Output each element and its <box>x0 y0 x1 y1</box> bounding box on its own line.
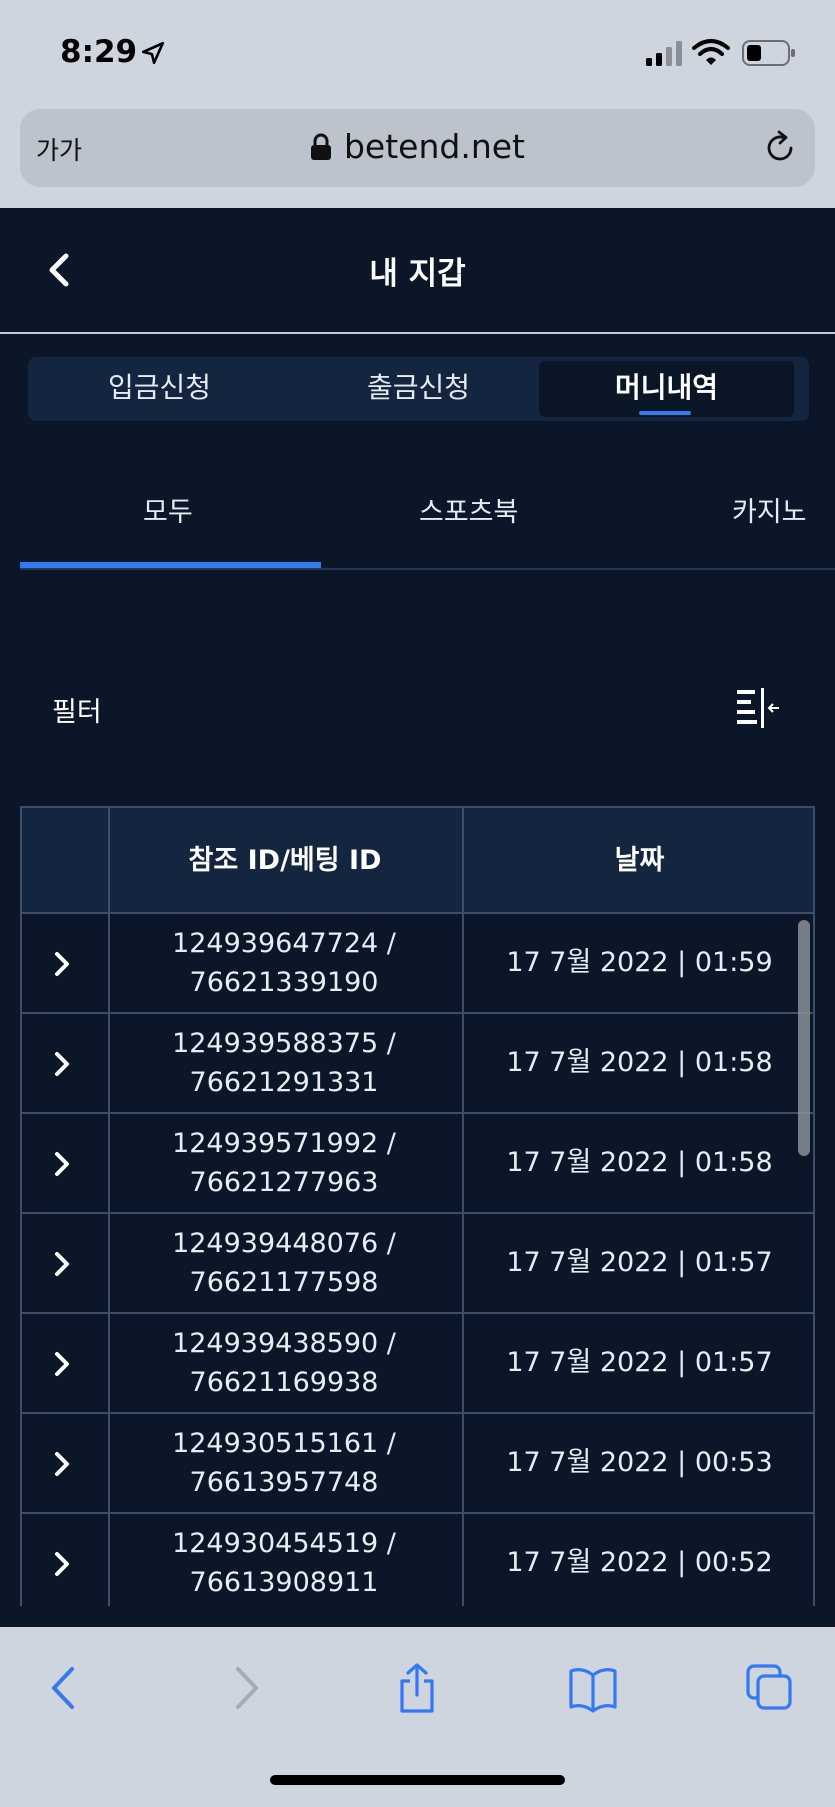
home-indicator <box>270 1775 565 1785</box>
tab-withdraw[interactable]: 출금신청 <box>291 361 546 417</box>
table-row[interactable]: 124939571992 / 76621277963 17 7월 2022 | 0… <box>22 1114 813 1214</box>
browser-address-area: 가가 betend.net <box>0 105 835 208</box>
share-icon[interactable] <box>392 1663 442 1713</box>
chevron-right-icon[interactable] <box>52 950 74 978</box>
reference-id: 124939448076 / <box>172 1228 396 1259</box>
bet-id: 76621291331 <box>189 1067 379 1098</box>
reference-id-cell: 124930454519 / 76613908911 <box>108 1524 460 1602</box>
address-bar[interactable]: 가가 betend.net <box>20 109 815 187</box>
table-row[interactable]: 124939448076 / 76621177598 17 7월 2022 | 0… <box>22 1214 813 1314</box>
money-history-table: 참조 ID/베팅 ID 날짜 124939647724 / 76621339190… <box>20 806 815 1606</box>
url-display[interactable]: betend.net <box>20 127 815 166</box>
table-row[interactable]: 124939438590 / 76621169938 17 7월 2022 | 0… <box>22 1314 813 1414</box>
subtab-casino[interactable]: 카지노 <box>732 490 807 529</box>
reference-id-cell: 124939571992 / 76621277963 <box>108 1124 460 1202</box>
reference-id: 124939438590 / <box>172 1328 396 1359</box>
column-divider <box>462 806 464 1606</box>
active-subtab-indicator <box>20 562 321 568</box>
header-reference-id: 참조 ID/베팅 ID <box>188 845 382 876</box>
cellular-signal-icon <box>646 41 682 66</box>
chevron-right-icon[interactable] <box>52 1550 74 1578</box>
status-bar: 8:29 <box>0 0 835 105</box>
bet-id: 76621169938 <box>189 1367 379 1398</box>
location-arrow-icon <box>141 41 165 65</box>
chevron-right-icon[interactable] <box>52 1150 74 1178</box>
bet-id: 76621339190 <box>189 967 379 998</box>
date-cell: 17 7월 2022 | 01:58 <box>506 1047 773 1078</box>
tabs-icon[interactable] <box>745 1663 795 1713</box>
filter-label[interactable]: 필터 <box>52 690 102 729</box>
browser-forward-icon[interactable] <box>220 1663 270 1713</box>
bet-id: 76621177598 <box>189 1267 379 1298</box>
reference-id-cell: 124939438590 / 76621169938 <box>108 1324 460 1402</box>
reference-id-cell: 124939647724 / 76621339190 <box>108 924 460 1002</box>
date-cell: 17 7월 2022 | 01:57 <box>506 1247 773 1278</box>
subtab-sportsbook[interactable]: 스포츠북 <box>419 490 518 529</box>
bet-id: 76613957748 <box>189 1467 379 1498</box>
category-tabs: 모두 스포츠북 카지노 <box>20 470 835 570</box>
reference-id: 124939588375 / <box>172 1028 396 1059</box>
wallet-tabs: 입금신청 출금신청 머니내역 <box>28 357 809 421</box>
table-scrollbar[interactable] <box>798 920 810 1156</box>
filter-collapse-icon[interactable] <box>735 688 781 728</box>
date-cell: 17 7월 2022 | 01:58 <box>506 1147 773 1178</box>
reference-id: 124939647724 / <box>172 928 396 959</box>
reference-id-cell: 124930515161 / 76613957748 <box>108 1424 460 1502</box>
chevron-right-icon[interactable] <box>52 1350 74 1378</box>
table-row[interactable]: 124939647724 / 76621339190 17 7월 2022 | 0… <box>22 914 813 1014</box>
active-tab-indicator <box>639 411 691 415</box>
reference-id: 124930454519 / <box>172 1528 396 1559</box>
subtab-all[interactable]: 모두 <box>143 490 193 529</box>
reference-id: 124939571992 / <box>172 1128 396 1159</box>
battery-icon <box>742 40 795 66</box>
table-row[interactable]: 124939588375 / 76621291331 17 7월 2022 | 0… <box>22 1014 813 1114</box>
reload-icon[interactable] <box>761 129 799 167</box>
url-text: betend.net <box>343 127 525 166</box>
bet-id: 76613908911 <box>189 1567 379 1598</box>
chevron-right-icon[interactable] <box>52 1450 74 1478</box>
date-cell: 17 7월 2022 | 01:59 <box>506 947 773 978</box>
tab-money-history[interactable]: 머니내역 <box>539 361 794 417</box>
reference-id-cell: 124939448076 / 76621177598 <box>108 1224 460 1302</box>
bet-id: 76621277963 <box>189 1167 379 1198</box>
reference-id: 124930515161 / <box>172 1428 396 1459</box>
wifi-icon <box>692 39 730 65</box>
browser-back-icon[interactable] <box>40 1663 90 1713</box>
date-cell: 17 7월 2022 | 00:53 <box>506 1447 773 1478</box>
table-row[interactable]: 124930515161 / 76613957748 17 7월 2022 | 0… <box>22 1414 813 1514</box>
date-cell: 17 7월 2022 | 00:52 <box>506 1547 773 1578</box>
chevron-right-icon[interactable] <box>52 1050 74 1078</box>
table-row[interactable]: 124930454519 / 76613908911 17 7월 2022 | 0… <box>22 1514 813 1606</box>
header-expand <box>22 808 108 914</box>
bookmarks-icon[interactable] <box>568 1663 618 1713</box>
column-divider <box>108 806 110 1606</box>
browser-toolbar <box>0 1627 835 1807</box>
tab-deposit[interactable]: 입금신청 <box>32 361 287 417</box>
lock-icon <box>310 133 331 160</box>
page-title: 내 지갑 <box>369 256 466 292</box>
header-date: 날짜 <box>614 845 665 876</box>
chevron-right-icon[interactable] <box>52 1250 74 1278</box>
app-header: 내 지갑 <box>0 208 835 334</box>
table-header: 참조 ID/베팅 ID 날짜 <box>22 806 813 914</box>
reference-id-cell: 124939588375 / 76621291331 <box>108 1024 460 1102</box>
status-time: 8:29 <box>60 34 138 70</box>
date-cell: 17 7월 2022 | 01:57 <box>506 1347 773 1378</box>
tab-money-history-label: 머니내역 <box>614 371 719 404</box>
